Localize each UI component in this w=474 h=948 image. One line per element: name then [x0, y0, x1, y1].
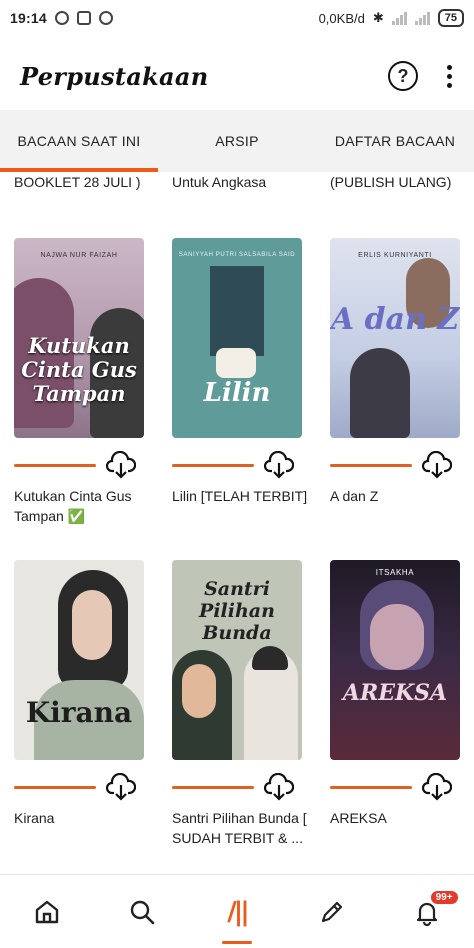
book-card[interactable]: ERLIS KURNIYANTI A dan Z A dan Z: [330, 238, 460, 506]
download-icon[interactable]: [264, 773, 294, 801]
battery-indicator: 75: [437, 9, 464, 27]
pencil-icon: [321, 901, 342, 922]
reading-progress-bar: [14, 463, 96, 467]
library-icon: /||: [227, 896, 249, 927]
tab-archive[interactable]: ARSIP: [158, 110, 316, 172]
signal-icon-2: [414, 11, 430, 25]
book-cover[interactable]: ITSAKHA AREKSA: [330, 560, 460, 760]
chat-notification-icon: [54, 11, 69, 25]
book-title[interactable]: AREKSA: [330, 808, 470, 828]
book-cover[interactable]: Santri Pilihan Bunda: [172, 560, 302, 760]
reading-progress-bar: [172, 785, 254, 789]
network-speed: 0,0KB/d: [318, 10, 365, 26]
nav-library[interactable]: /||: [190, 875, 285, 948]
whatsapp-notification-icon: [98, 11, 113, 25]
library-grid: BOOKLET 28 JULI ) Untuk Angkasa (PUBLISH…: [0, 172, 474, 872]
download-icon[interactable]: [422, 451, 452, 479]
partial-book-title[interactable]: BOOKLET 28 JULI ): [14, 172, 141, 192]
signal-icon: [391, 11, 407, 25]
download-icon[interactable]: [264, 451, 294, 479]
book-card[interactable]: Santri Pilihan Bunda Santri Pilihan Bund…: [172, 560, 307, 848]
search-icon: [130, 900, 155, 924]
nav-home[interactable]: [0, 875, 95, 948]
status-bar: 19:14 0,0KB/d ✱ 75: [0, 0, 474, 36]
library-tabs: BACAAN SAAT INI ARSIP DAFTAR BACAAN: [0, 110, 474, 172]
reading-progress-bar: [14, 785, 96, 789]
nav-write[interactable]: [284, 875, 379, 948]
book-title[interactable]: Kirana: [14, 808, 154, 828]
book-card[interactable]: SANIYYAH PUTRI SALSABILA SAID Lilin Lili…: [172, 238, 307, 506]
tab-reading-list[interactable]: DAFTAR BACAAN: [316, 110, 474, 172]
book-title[interactable]: Santri Pilihan Bunda [ SUDAH TERBIT & ..…: [172, 808, 312, 848]
bottom-navigation: /|| 99+: [0, 874, 474, 948]
nav-notifications[interactable]: 99+: [379, 875, 474, 948]
book-cover[interactable]: SANIYYAH PUTRI SALSABILA SAID Lilin: [172, 238, 302, 438]
book-card[interactable]: ITSAKHA AREKSA AREKSA: [330, 560, 460, 828]
partial-book-title[interactable]: (PUBLISH ULANG): [330, 172, 451, 192]
download-icon[interactable]: [422, 773, 452, 801]
home-icon: [36, 900, 59, 923]
status-time: 19:14: [10, 10, 47, 26]
page-title: Perpustakaan: [20, 61, 209, 91]
book-title[interactable]: Kutukan Cinta Gus Tampan ✅: [14, 486, 154, 526]
reading-progress-bar: [330, 463, 412, 467]
help-button[interactable]: ?: [388, 61, 418, 91]
upload-notification-icon: [76, 11, 91, 25]
partial-book-title[interactable]: Untuk Angkasa: [172, 172, 266, 192]
book-title[interactable]: A dan Z: [330, 486, 470, 506]
notification-badge: 99+: [430, 891, 458, 904]
reading-progress-bar: [172, 463, 254, 467]
reading-progress-bar: [330, 785, 412, 789]
app-bar: Perpustakaan ?: [0, 44, 474, 108]
download-icon[interactable]: [106, 773, 136, 801]
help-icon: ?: [397, 65, 409, 86]
book-cover[interactable]: Najwa Nur Faizah Kutukan Cinta Gus Tampa…: [14, 238, 144, 438]
book-card[interactable]: Kirana Kirana: [14, 560, 144, 828]
more-options-icon[interactable]: [444, 64, 454, 88]
book-cover[interactable]: Kirana: [14, 560, 144, 760]
tab-current-reads[interactable]: BACAAN SAAT INI: [0, 110, 158, 172]
nav-search[interactable]: [95, 875, 190, 948]
book-cover[interactable]: ERLIS KURNIYANTI A dan Z: [330, 238, 460, 438]
download-icon[interactable]: [106, 451, 136, 479]
bluetooth-icon: ✱: [372, 10, 384, 25]
book-card[interactable]: Najwa Nur Faizah Kutukan Cinta Gus Tampa…: [14, 238, 144, 526]
book-title[interactable]: Lilin [TELAH TERBIT]: [172, 486, 312, 506]
